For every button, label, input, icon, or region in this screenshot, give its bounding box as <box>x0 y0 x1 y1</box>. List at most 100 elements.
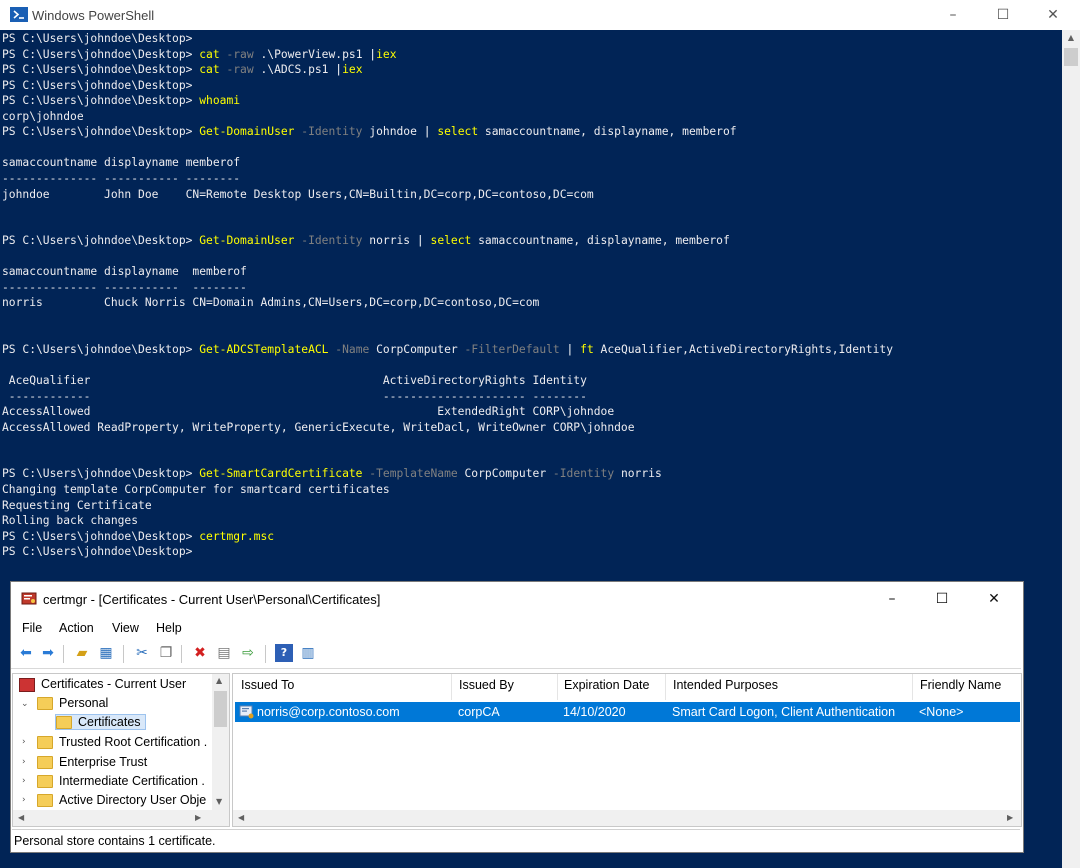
tree-item-personal[interactable]: Personal <box>37 694 108 713</box>
tree-vertical-scrollbar[interactable]: ▲ ▼ <box>212 674 229 810</box>
cell-intended-purposes: Smart Card Logon, Client Authentication <box>672 705 896 719</box>
delete-icon[interactable]: ✖ <box>191 644 209 662</box>
column-issued-to[interactable]: Issued To <box>241 678 294 692</box>
scroll-up-icon[interactable]: ▲ <box>216 676 222 685</box>
tree-item-enterprise-trust[interactable]: Enterprise Trust <box>37 753 147 772</box>
certmgr-maximize-button[interactable]: ☐ <box>919 582 965 616</box>
scroll-thumb[interactable] <box>214 691 227 727</box>
tree-root-item[interactable]: Certificates - Current User <box>19 675 186 694</box>
certmgr-minimize-button[interactable]: – <box>869 582 915 616</box>
folder-icon <box>37 697 53 711</box>
show-action-pane-icon[interactable]: ▥ <box>299 644 317 662</box>
show-hide-tree-icon[interactable]: ▦ <box>97 644 115 662</box>
console-line: PS C:\Users\johndoe\Desktop> Get-SmartCa… <box>2 467 662 481</box>
copy-icon[interactable]: ❐ <box>157 644 175 662</box>
column-issued-by[interactable]: Issued By <box>459 678 514 692</box>
console-line: PS C:\Users\johndoe\Desktop> whoami <box>2 94 241 108</box>
console-line: PS C:\Users\johndoe\Desktop> <box>2 545 200 559</box>
console-line: PS C:\Users\johndoe\Desktop> cat -raw .\… <box>2 47 397 61</box>
console-line: PS C:\Users\johndoe\Desktop> Get-DomainU… <box>2 234 730 248</box>
collapsed-chevron-icon[interactable]: › <box>22 795 26 805</box>
powershell-window-title: Windows PowerShell <box>32 8 155 23</box>
console-line: -------------- ----------- -------- <box>2 280 247 294</box>
sort-ascending-icon: ˆ <box>341 673 345 681</box>
console-line: PS C:\Users\johndoe\Desktop> Get-DomainU… <box>2 125 737 139</box>
certmgr-window: certmgr - [Certificates - Current User\P… <box>10 581 1024 853</box>
scroll-left-icon[interactable]: ◀ <box>238 813 244 822</box>
minimize-button[interactable]: – <box>930 0 976 30</box>
scroll-right-icon[interactable]: ▶ <box>195 813 201 822</box>
table-row[interactable]: norris@corp.contoso.com corpCA 14/10/202… <box>235 702 1020 722</box>
maximize-button[interactable]: ☐ <box>980 0 1026 30</box>
certmgr-titlebar: certmgr - [Certificates - Current User\P… <box>11 582 1023 616</box>
console-line: PS C:\Users\johndoe\Desktop> cat -raw .\… <box>2 63 363 77</box>
console-line: PS C:\Users\johndoe\Desktop> <box>2 78 200 92</box>
console-line: norris Chuck Norris CN=Domain Admins,CN=… <box>2 296 540 310</box>
menu-file[interactable]: File <box>22 621 42 635</box>
collapsed-chevron-icon[interactable]: › <box>22 757 26 767</box>
console-line: PS C:\Users\johndoe\Desktop> <box>2 32 200 45</box>
toolbar: ⬅ ➡ ▰ ▦ ✂ ❐ ✖ ▤ ⇨ ? ▥ <box>11 640 1021 669</box>
scroll-left-icon[interactable]: ◀ <box>18 813 24 822</box>
menu-help[interactable]: Help <box>156 621 182 635</box>
back-arrow-icon[interactable]: ⬅ <box>17 644 35 662</box>
console-line: Rolling back changes <box>2 514 139 528</box>
close-button[interactable]: ✕ <box>1030 0 1076 30</box>
menu-view[interactable]: View <box>112 621 139 635</box>
tree-item-intermediate[interactable]: Intermediate Certification . <box>37 772 205 791</box>
collapsed-chevron-icon[interactable]: › <box>22 737 26 747</box>
certificate-list[interactable]: Issued To ˆ Issued By Expiration Date In… <box>232 673 1022 827</box>
column-expiration-date[interactable]: Expiration Date <box>564 678 649 692</box>
console-line: PS C:\Users\johndoe\Desktop> certmgr.msc <box>2 529 275 543</box>
console-line: Requesting Certificate <box>2 498 152 512</box>
tree-item-certificates[interactable]: Certificates <box>55 713 146 732</box>
collapsed-chevron-icon[interactable]: › <box>22 776 26 786</box>
cell-issued-by: corpCA <box>458 705 500 719</box>
status-bar: Personal store contains 1 certificate. <box>12 829 1020 850</box>
cell-issued-to: norris@corp.contoso.com <box>257 705 400 719</box>
certmgr-close-button[interactable]: ✕ <box>971 582 1017 616</box>
console-line: johndoe John Doe CN=Remote Desktop Users… <box>2 187 594 201</box>
list-horizontal-scrollbar[interactable]: ◀ ▶ <box>233 810 1021 826</box>
console-line: ------------ --------------------- -----… <box>2 389 587 403</box>
certificate-store-icon <box>19 677 35 692</box>
folder-icon <box>37 794 53 808</box>
folder-icon <box>37 756 53 770</box>
powershell-titlebar: Windows PowerShell – ☐ ✕ <box>0 0 1080 30</box>
console-line: samaccountname displayname memberof <box>2 265 247 279</box>
expanded-chevron-icon[interactable]: ⌄ <box>21 699 29 709</box>
certificate-icon <box>239 705 254 719</box>
help-icon[interactable]: ? <box>275 644 293 662</box>
export-list-icon[interactable]: ⇨ <box>239 644 257 662</box>
tree-pane[interactable]: Certificates - Current User ⌄ Personal C… <box>12 673 230 827</box>
scroll-up-icon[interactable]: ▲ <box>1062 30 1080 46</box>
certmgr-window-title: certmgr - [Certificates - Current User\P… <box>43 592 381 607</box>
scroll-right-icon[interactable]: ▶ <box>1007 813 1013 822</box>
console-line: Changing template CorpComputer for smart… <box>2 482 390 496</box>
certmgr-icon <box>21 592 37 605</box>
tree-item-active-directory[interactable]: Active Directory User Obje <box>37 791 206 810</box>
menu-action[interactable]: Action <box>59 621 94 635</box>
tree-item-trusted-root[interactable]: Trusted Root Certification . <box>37 733 207 752</box>
column-intended-purposes[interactable]: Intended Purposes <box>673 678 778 692</box>
console-line: samaccountname displayname memberof <box>2 156 241 170</box>
console-line: -------------- ----------- -------- <box>2 171 241 185</box>
folder-icon <box>37 775 53 789</box>
console-line: AccessAllowed ReadProperty, WritePropert… <box>2 420 635 434</box>
up-folder-icon[interactable]: ▰ <box>73 644 91 662</box>
properties-icon[interactable]: ▤ <box>215 644 233 662</box>
console-line: AceQualifier ActiveDirectoryRights Ident… <box>2 374 587 388</box>
powershell-icon <box>10 7 28 22</box>
forward-arrow-icon[interactable]: ➡ <box>39 644 57 662</box>
tree-horizontal-scrollbar[interactable]: ◀ ▶ <box>13 810 229 826</box>
cell-friendly-name: <None> <box>919 705 964 719</box>
console-line: AccessAllowed ExtendedRight CORP\johndoe <box>2 405 615 419</box>
scroll-down-icon[interactable]: ▼ <box>216 797 222 806</box>
console-scrollbar[interactable]: ▲ <box>1062 30 1080 868</box>
cut-icon[interactable]: ✂ <box>133 644 151 662</box>
folder-icon <box>56 716 72 730</box>
scroll-thumb[interactable] <box>1064 48 1078 66</box>
console-line: corp\johndoe <box>2 109 84 123</box>
cell-expiration-date: 14/10/2020 <box>563 705 626 719</box>
column-friendly-name[interactable]: Friendly Name <box>920 678 1001 692</box>
